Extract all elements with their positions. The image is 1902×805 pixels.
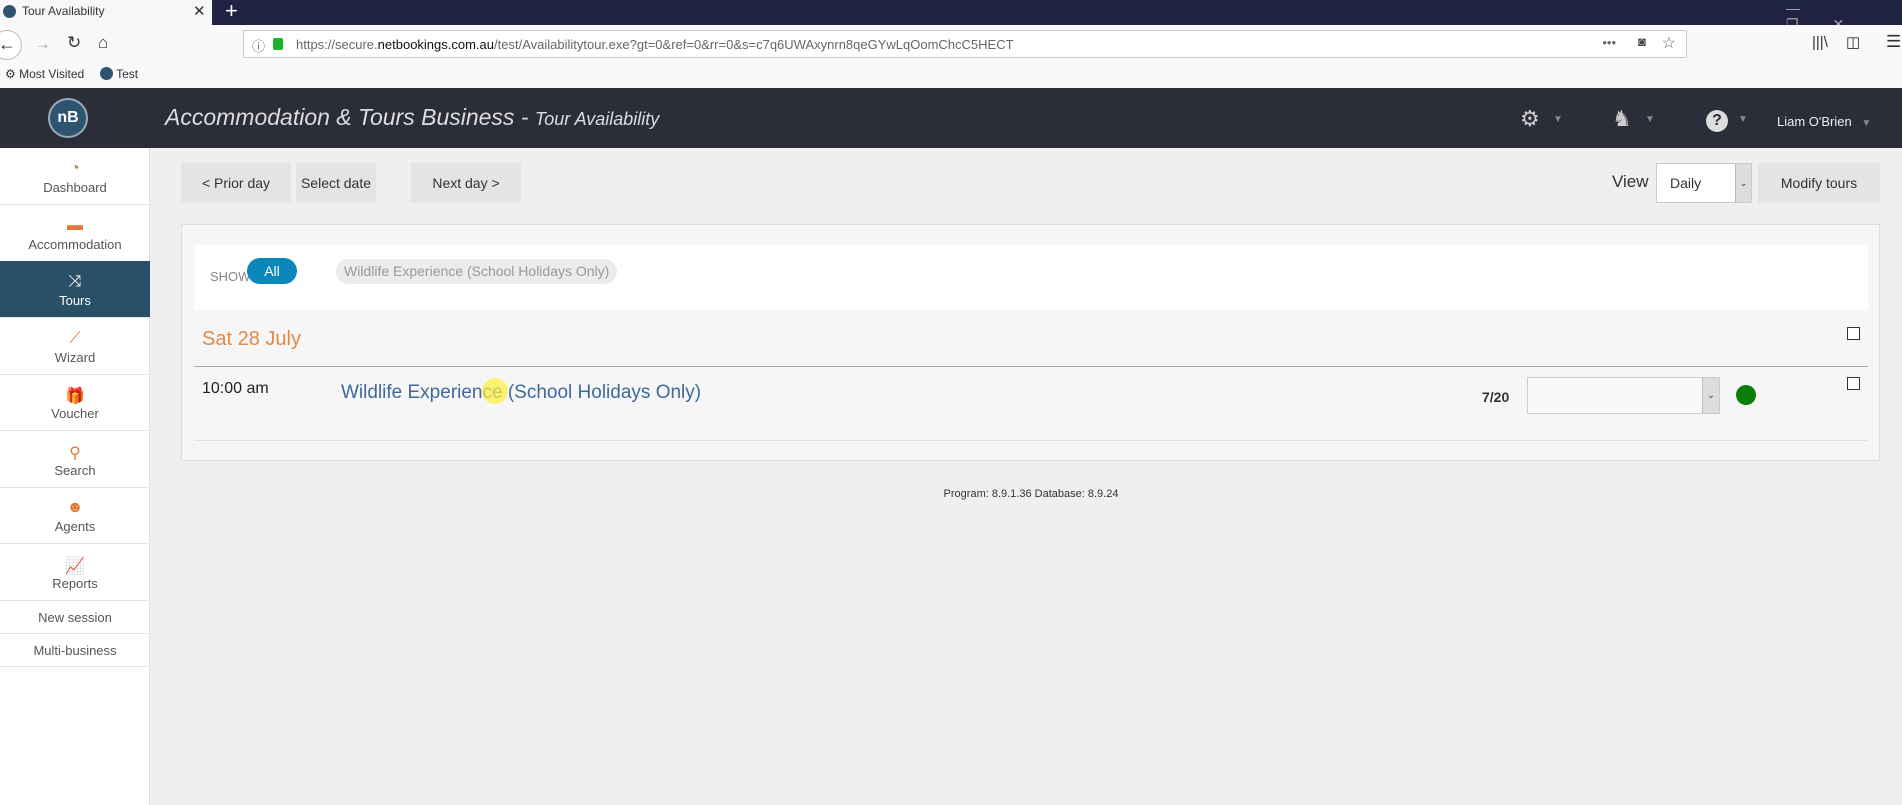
user-icon[interactable]: ♞ [1612, 106, 1632, 132]
availability-count: 7/20 [1482, 389, 1510, 405]
sidebar-item-label: Accommodation [28, 237, 122, 252]
tour-link[interactable]: Wildlife Experience (School Holidays Onl… [341, 382, 701, 404]
business-name: Accommodation & Tours Business - [165, 104, 535, 130]
chevron-down-icon[interactable]: ▼ [1738, 114, 1748, 125]
sidebar-item-label: Dashboard [43, 180, 107, 195]
prior-day-button[interactable]: < Prior day [181, 163, 291, 203]
sidebar-item-reports[interactable]: 📈 Reports [0, 544, 150, 601]
sidebar-item-label: Tours [59, 293, 91, 308]
url-path: /test/Availabilitytour.exe?gt=0&ref=0&rr… [494, 37, 1014, 52]
view-value: Daily [1670, 175, 1702, 191]
bookmark-test[interactable]: Test [100, 67, 138, 81]
chevron-down-icon[interactable]: ▼ [1645, 114, 1655, 125]
sidebar-item-tours[interactable]: ⤨ Tours [0, 261, 150, 318]
tab-title: Tour Availability [22, 4, 105, 18]
sidebar-item-label: Voucher [51, 406, 99, 421]
home-icon[interactable]: ⌂ [98, 33, 108, 53]
favicon-icon [3, 5, 16, 18]
sidebar-item-search[interactable]: ⚲ Search [0, 431, 150, 488]
booking-select[interactable]: ⌄ [1527, 377, 1720, 414]
star-icon[interactable]: ☆ [1662, 33, 1676, 53]
sidebar-item-label: Search [54, 463, 96, 478]
sidebar-item-dashboard[interactable]: ◔ Dashboard [0, 148, 150, 205]
sidebar: ◔ Dashboard ▬ Accommodation ⤨ Tours ⟋ Wizard… [0, 148, 150, 805]
row-checkbox[interactable] [1847, 377, 1860, 390]
gear-icon[interactable]: ⚙ [1520, 106, 1540, 132]
tour-time: 10:00 am [202, 380, 269, 397]
url-bar[interactable]: ⓘ https://secure.netbookings.com.au/test… [243, 30, 1687, 58]
chevron-down-icon: ⌄ [1735, 164, 1751, 202]
filter-all-pill[interactable]: All [247, 258, 297, 284]
logo[interactable]: nB [48, 98, 88, 138]
bookmark-label: Test [116, 67, 139, 81]
search-icon: ⚲ [69, 445, 81, 462]
sidebar-item-label: Reports [52, 576, 98, 591]
bookmark-label: Most Visited [19, 67, 85, 81]
date-heading: Sat 28 July [202, 328, 301, 350]
agent-icon: ☻ [66, 499, 84, 516]
page-subtitle: Tour Availability [534, 109, 660, 129]
gift-icon: 🎁 [65, 388, 85, 405]
dashboard-icon: ◔ [70, 160, 80, 177]
user-menu[interactable]: Liam O'Brien ▼ [1777, 114, 1871, 129]
reload-icon[interactable]: ↻ [67, 33, 81, 53]
modify-tours-button[interactable]: Modify tours [1758, 163, 1880, 203]
sidebar-toggle-icon[interactable]: ◫ [1846, 33, 1860, 51]
menu-icon[interactable]: ☰ [1886, 32, 1901, 52]
sidebar-item-wizard[interactable]: ⟋ Wizard [0, 318, 150, 375]
more-icon[interactable]: ••• [1602, 35, 1616, 50]
version-footer: Program: 8.9.1.36 Database: 8.9.24 [943, 488, 1119, 500]
browser-tab-bar [0, 0, 1902, 25]
sidebar-item-voucher[interactable]: 🎁 Voucher [0, 374, 150, 431]
filter-bar: SHOW: All Wildlife Experience (School Ho… [194, 245, 1868, 310]
user-name: Liam O'Brien [1777, 114, 1852, 129]
chart-icon: 📈 [65, 558, 85, 575]
chevron-down-icon[interactable]: ▼ [1553, 114, 1563, 125]
new-tab-icon[interactable]: + [225, 0, 238, 24]
url-domain: netbookings.com.au [377, 37, 495, 52]
lock-icon [273, 38, 283, 50]
url-prefix: https://secure. [296, 37, 378, 52]
chevron-down-icon: ⌄ [1702, 378, 1719, 413]
select-date-button[interactable]: Select date [296, 163, 376, 203]
sidebar-item-label: Agents [54, 519, 96, 534]
divider [194, 440, 1868, 441]
help-icon[interactable]: ? [1706, 110, 1728, 132]
sidebar-link-new-session[interactable]: New session [0, 600, 150, 634]
view-select[interactable]: Daily ⌄ [1656, 163, 1752, 203]
forward-icon[interactable]: → [34, 34, 51, 54]
close-tab-icon[interactable]: ✕ [193, 2, 206, 20]
page-title: Accommodation & Tours Business - Tour Av… [165, 104, 659, 131]
filter-tour-pill[interactable]: Wildlife Experience (School Holidays Onl… [336, 259, 618, 284]
favicon-icon [100, 67, 113, 80]
pocket-icon[interactable]: ◙ [1638, 34, 1646, 49]
bookmark-most-visited[interactable]: ⚙ Most Visited [5, 67, 84, 81]
bed-icon: ▬ [67, 217, 83, 234]
sidebar-item-label: Wizard [54, 350, 96, 365]
cursor-highlight [482, 378, 508, 404]
view-label: View [1612, 172, 1649, 191]
divider [194, 366, 1868, 367]
wand-icon: ⟋ [69, 330, 81, 347]
day-checkbox[interactable] [1847, 327, 1860, 340]
next-day-button[interactable]: Next day > [411, 163, 521, 203]
status-indicator [1736, 385, 1756, 405]
library-icon[interactable]: |||\ [1812, 34, 1828, 51]
browser-tab[interactable]: Tour Availability ✕ [0, 0, 212, 25]
info-icon[interactable]: ⓘ [252, 36, 265, 55]
sidebar-item-accommodation[interactable]: ▬ Accommodation [0, 205, 150, 262]
sidebar-link-multi-business[interactable]: Multi-business [0, 633, 150, 667]
route-icon: ⤨ [68, 273, 82, 290]
